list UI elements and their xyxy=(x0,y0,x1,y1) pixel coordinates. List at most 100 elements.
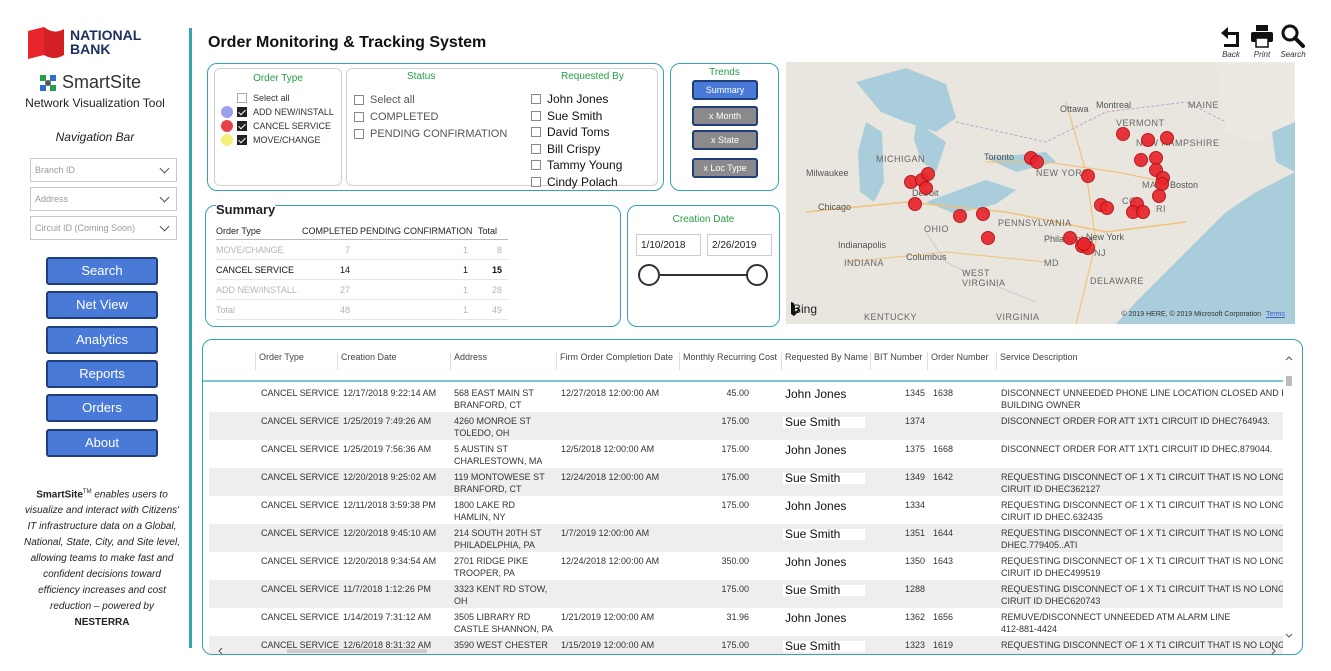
checkbox[interactable] xyxy=(237,93,247,103)
status-title: Status xyxy=(407,71,436,82)
trend-loc-type-button[interactable]: x Loc Type xyxy=(692,158,758,178)
summary-col-pending[interactable]: PENDING CONFIRMATION xyxy=(360,226,478,236)
header-search-button[interactable]: Search xyxy=(1278,24,1308,59)
checkbox[interactable] xyxy=(354,128,364,139)
order-location-marker[interactable] xyxy=(1160,131,1174,145)
orders-button[interactable]: Orders xyxy=(46,394,158,422)
table-vertical-scrollbar[interactable] xyxy=(1284,354,1294,644)
map-label-milwaukee: Milwaukee xyxy=(806,168,849,178)
requested-by-option[interactable]: David Toms xyxy=(531,124,622,141)
order-location-marker[interactable] xyxy=(976,207,990,221)
back-button[interactable]: Back xyxy=(1216,24,1246,59)
col-order-number[interactable]: Order Number xyxy=(927,352,995,370)
requested-by-option[interactable]: Tammy Young xyxy=(531,157,622,174)
table-row[interactable]: CANCEL SERVICE 1/25/2019 7:49:26 AM 4260 M… xyxy=(209,412,1283,440)
col-mrc[interactable]: Monthly Recurring Cost xyxy=(679,352,780,370)
order-type-option[interactable]: ADD NEW/INSTALL xyxy=(221,105,334,119)
table-row[interactable]: CANCEL SERVICE 12/20/2018 9:45:10 AM 214 S… xyxy=(209,524,1283,552)
map-label-ohio: OHIO xyxy=(924,224,950,234)
col-requested-by[interactable]: Requested By Name xyxy=(781,352,869,370)
order-location-marker[interactable] xyxy=(1030,155,1044,169)
checkbox[interactable] xyxy=(354,94,364,105)
table-row[interactable]: CANCEL SERVICE 11/7/2018 1:12:26 PM 3323 K… xyxy=(209,580,1283,608)
col-bit-number[interactable]: BIT Number xyxy=(870,352,926,370)
order-type-option[interactable]: CANCEL SERVICE xyxy=(221,119,334,133)
order-location-marker[interactable] xyxy=(953,209,967,223)
checkbox[interactable] xyxy=(531,110,541,121)
circuit-id-select[interactable]: Circuit ID (Coming Soon) xyxy=(30,216,177,240)
requested-by-option[interactable]: Bill Crispy xyxy=(531,141,622,158)
col-creation-date[interactable]: Creation Date xyxy=(337,352,449,370)
order-location-marker[interactable] xyxy=(1152,189,1166,203)
col-order-type[interactable]: Order Type xyxy=(255,352,335,370)
trend-month-button[interactable]: x Month xyxy=(692,106,758,126)
chevron-down-icon xyxy=(159,192,170,203)
summary-col-completed[interactable]: COMPLETED xyxy=(302,226,360,236)
order-type-option[interactable]: MOVE/CHANGE xyxy=(221,133,334,147)
order-location-map[interactable]: Ottawa Montreal MAINE VERMONT NEW HAMPSH… xyxy=(786,62,1295,324)
order-location-marker[interactable] xyxy=(921,167,935,181)
order-location-marker[interactable] xyxy=(1141,133,1155,147)
order-location-marker[interactable] xyxy=(1116,127,1130,141)
summary-cell-type: ADD NEW/INSTALL xyxy=(216,284,297,295)
about-button[interactable]: About xyxy=(46,429,158,457)
order-location-marker[interactable] xyxy=(981,231,995,245)
table-horizontal-scrollbar[interactable] xyxy=(217,642,1277,654)
col-service-description[interactable]: Service Description xyxy=(996,352,1286,370)
checkbox[interactable] xyxy=(531,94,541,105)
order-location-marker[interactable] xyxy=(1100,201,1114,215)
checkbox[interactable] xyxy=(354,111,364,122)
summary-col-total[interactable]: Total xyxy=(478,226,508,236)
date-slider-start-handle[interactable] xyxy=(638,264,660,286)
table-row[interactable]: CANCEL SERVICE 12/17/2018 9:22:14 AM 568 E… xyxy=(209,384,1283,412)
summary-row[interactable]: ADD NEW/INSTALL 27 1 28 xyxy=(216,280,508,300)
requested-by-option[interactable]: John Jones xyxy=(531,91,622,108)
trend-state-button[interactable]: x State xyxy=(692,130,758,150)
order-type-option[interactable]: Select all xyxy=(221,91,334,105)
address-select[interactable]: Address xyxy=(30,187,177,211)
col-address[interactable]: Address xyxy=(450,352,555,370)
checkbox[interactable] xyxy=(531,127,541,138)
end-date-input[interactable]: 2/26/2019 xyxy=(707,234,772,256)
checkbox[interactable] xyxy=(237,107,247,117)
col-foc-date[interactable]: Firm Order Completion Date xyxy=(556,352,678,370)
summary-row[interactable]: Total 48 1 49 xyxy=(216,300,508,320)
start-date-input[interactable]: 1/10/2018 xyxy=(636,234,701,256)
table-row[interactable]: CANCEL SERVICE 12/20/2018 9:25:02 AM 119 M… xyxy=(209,468,1283,496)
date-slider-end-handle[interactable] xyxy=(746,264,768,286)
search-button[interactable]: Search xyxy=(46,257,158,285)
checkbox[interactable] xyxy=(237,135,247,145)
net-view-button[interactable]: Net View xyxy=(46,291,158,319)
summary-row[interactable]: CANCEL SERVICE 14 1 15 xyxy=(216,260,508,280)
checkbox[interactable] xyxy=(531,176,541,187)
order-location-marker[interactable] xyxy=(1077,237,1091,251)
requested-by-option[interactable]: Cindy Polach xyxy=(531,174,622,191)
table-row[interactable]: CANCEL SERVICE 1/25/2019 7:56:36 AM 5 AUST… xyxy=(209,440,1283,468)
table-row[interactable]: CANCEL SERVICE 12/20/2018 9:34:54 AM 2701 … xyxy=(209,552,1283,580)
map-terms-link[interactable]: Terms xyxy=(1266,311,1285,318)
checkbox[interactable] xyxy=(237,121,247,131)
status-option[interactable]: COMPLETED xyxy=(354,108,507,125)
requested-by-option[interactable]: Sue Smith xyxy=(531,108,622,125)
cell-by: John Jones xyxy=(783,557,865,568)
print-button[interactable]: Print xyxy=(1247,24,1277,59)
analytics-button[interactable]: Analytics xyxy=(46,326,158,354)
trend-summary-button[interactable]: Summary xyxy=(692,80,758,100)
checkbox[interactable] xyxy=(531,143,541,154)
status-option[interactable]: Select all xyxy=(354,91,507,108)
order-location-marker[interactable] xyxy=(1136,205,1150,219)
summary-row[interactable]: MOVE/CHANGE 7 1 8 xyxy=(216,240,508,260)
status-label: Select all xyxy=(370,93,415,106)
order-location-marker[interactable] xyxy=(1134,153,1148,167)
branch-id-select[interactable]: Branch ID xyxy=(30,158,177,182)
summary-col-order-type[interactable]: Order Type xyxy=(216,226,302,236)
order-location-marker[interactable] xyxy=(1081,169,1095,183)
order-location-marker[interactable] xyxy=(908,197,922,211)
status-option[interactable]: PENDING CONFIRMATION xyxy=(354,125,507,142)
order-location-marker[interactable] xyxy=(919,181,933,195)
table-row[interactable]: CANCEL SERVICE 1/14/2019 7:31:12 AM 3505 L… xyxy=(209,608,1283,636)
orders-table-panel: Order Type Creation Date Address Firm Or… xyxy=(202,339,1303,655)
reports-button[interactable]: Reports xyxy=(46,360,158,388)
table-row[interactable]: CANCEL SERVICE 12/11/2018 3:59:38 PM 1800 … xyxy=(209,496,1283,524)
checkbox[interactable] xyxy=(531,160,541,171)
